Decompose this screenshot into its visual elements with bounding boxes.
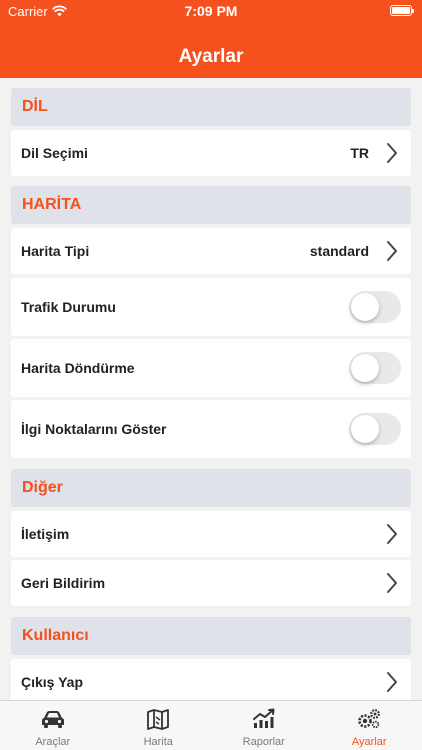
- tab-label: Harita: [143, 736, 173, 748]
- section-header-dil: DİL: [11, 88, 411, 126]
- car-icon: [41, 711, 64, 728]
- dondurme-toggle[interactable]: [349, 352, 401, 384]
- section-header-harita: HARİTA: [11, 186, 411, 224]
- chevron-right-icon: [387, 573, 397, 593]
- tab-ayarlar[interactable]: Ayarlar: [317, 701, 422, 750]
- status-bar: Carrier 7:09 PM: [0, 3, 422, 22]
- chevron-right-icon: [387, 143, 397, 163]
- row-value: TR: [350, 145, 369, 161]
- row-iletisim[interactable]: İletişim: [11, 511, 411, 557]
- page-title: Ayarlar: [178, 46, 244, 67]
- map-icon: [147, 709, 170, 730]
- chart-icon: [252, 708, 275, 728]
- tab-label: Araçlar: [35, 736, 71, 748]
- row-label: İlgi Noktalarını Göster: [21, 421, 167, 437]
- tab-label: Ayarlar: [351, 736, 387, 748]
- row-harita-dondurme: Harita Döndürme: [11, 339, 411, 397]
- section-header-kullanici: Kullanıcı: [11, 617, 411, 655]
- tab-bar: Araçlar Harita Raporlar Ayarlar: [0, 700, 422, 750]
- row-geri-bildirim[interactable]: Geri Bildirim: [11, 560, 411, 606]
- trafik-toggle[interactable]: [349, 291, 401, 323]
- tab-araclar[interactable]: Araçlar: [0, 701, 106, 750]
- row-label: Harita Döndürme: [21, 360, 135, 376]
- row-ilgi-noktalari: İlgi Noktalarını Göster: [11, 400, 411, 458]
- row-label: Çıkış Yap: [21, 674, 84, 690]
- ilgi-toggle[interactable]: [349, 413, 401, 445]
- battery-icon: [390, 5, 414, 16]
- tab-harita[interactable]: Harita: [106, 701, 212, 750]
- row-trafik-durumu: Trafik Durumu: [11, 278, 411, 336]
- gears-icon: [358, 709, 381, 729]
- row-dil-secimi[interactable]: Dil Seçimi TR: [11, 130, 411, 176]
- row-label: Trafik Durumu: [21, 299, 116, 315]
- row-label: İletişim: [21, 526, 70, 542]
- settings-list[interactable]: DİL Dil Seçimi TR HARİTA Harita Tipi sta…: [0, 78, 422, 700]
- row-label: Dil Seçimi: [21, 145, 88, 161]
- chevron-right-icon: [387, 672, 397, 692]
- row-label: Harita Tipi: [21, 243, 90, 259]
- row-harita-tipi[interactable]: Harita Tipi standard: [11, 228, 411, 274]
- row-value: standard: [309, 243, 369, 259]
- section-header-diger: Diğer: [11, 469, 411, 507]
- chevron-right-icon: [387, 524, 397, 544]
- status-time: 7:09 PM: [184, 3, 238, 19]
- navigation-header: Carrier 7:09 PM Ayarlar: [0, 0, 422, 78]
- tab-raporlar[interactable]: Raporlar: [211, 701, 317, 750]
- tab-label: Raporlar: [242, 736, 285, 748]
- chevron-right-icon: [387, 241, 397, 261]
- row-cikis-yap[interactable]: Çıkış Yap: [11, 659, 411, 700]
- row-label: Geri Bildirim: [21, 575, 106, 591]
